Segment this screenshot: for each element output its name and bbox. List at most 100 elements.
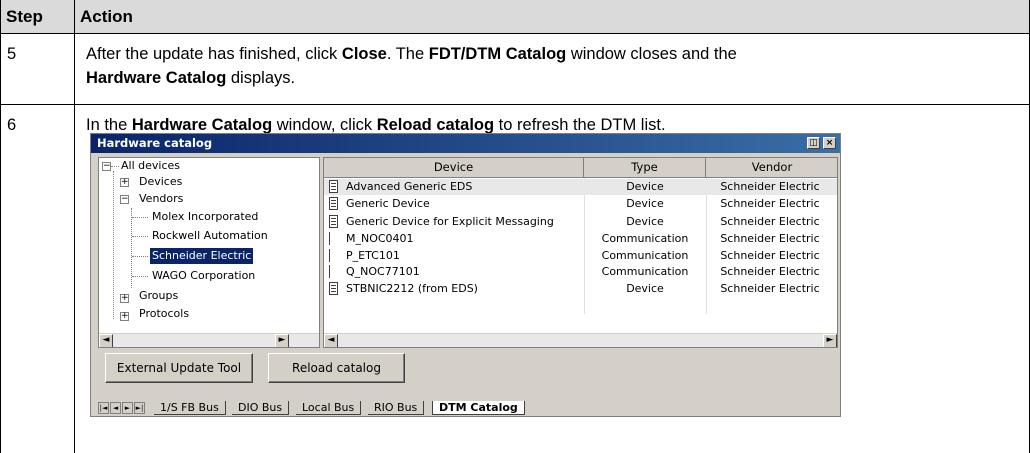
dtm-list: Device Type Vendor Advanced Generic EDS … [323, 157, 838, 348]
device-vendor: Schneider Electric [720, 282, 820, 295]
device-icon [329, 197, 338, 210]
action-line: Hardware Catalog displays. [86, 69, 296, 87]
divider [0, 0, 1, 453]
communication-icon [329, 265, 335, 278]
tree-item-schneider-electric[interactable]: Schneider Electric [150, 248, 254, 264]
scroll-left-icon[interactable]: ◄ [99, 334, 113, 347]
device-vendor: Schneider Electric [720, 232, 820, 245]
reload-catalog-term: Reload catalog [376, 116, 495, 134]
device-icon [329, 282, 338, 295]
table-row[interactable]: Generic Device Device Schneider Electric [324, 196, 837, 212]
tree-horizontal-scrollbar[interactable]: ◄ ► [99, 333, 319, 347]
device-name: Generic Device for Explicit Messaging [346, 215, 554, 228]
tree-item-groups[interactable]: Groups [139, 288, 178, 304]
device-name: Advanced Generic EDS [346, 180, 473, 193]
table-row[interactable]: P_ETC101 Communication Schneider Electri… [324, 248, 837, 264]
scroll-left-icon[interactable]: ◄ [324, 334, 338, 347]
scroll-right-icon[interactable]: ► [275, 334, 289, 347]
expand-icon[interactable]: + [120, 312, 129, 321]
scroll-right-icon[interactable]: ► [823, 334, 837, 347]
step-action-text: After the update has finished, click Clo… [74, 34, 1030, 104]
close-icon[interactable]: × [823, 137, 836, 149]
tab-local-bus[interactable]: Local Bus [296, 401, 362, 415]
tree-item-devices[interactable]: Devices [139, 174, 182, 190]
tree-item-molex[interactable]: Molex Incorporated [152, 209, 258, 225]
table-header-row: Step Action [0, 0, 1030, 33]
divider [74, 0, 75, 453]
tree-item-wago[interactable]: WAGO Corporation [152, 268, 255, 284]
last-tab-icon[interactable]: ►| [134, 402, 145, 414]
reload-catalog-button[interactable]: Reload catalog [268, 353, 405, 383]
device-type: Device [626, 180, 664, 193]
device-vendor: Schneider Electric [720, 197, 820, 210]
window-title-bar: Hardware catalog ◫ × [91, 134, 840, 153]
device-type: Device [626, 197, 664, 210]
device-type: Device [626, 282, 664, 295]
tree-line [132, 236, 148, 237]
column-header-device[interactable]: Device [324, 158, 584, 178]
collapse-icon[interactable]: − [120, 195, 129, 204]
device-vendor: Schneider Electric [720, 180, 820, 193]
hardware-catalog-window: Hardware catalog ◫ × − All devices + Dev… [90, 133, 841, 417]
device-name: Q_NOC77101 [346, 265, 420, 278]
device-vendor: Schneider Electric [720, 215, 820, 228]
device-type: Communication [601, 232, 689, 245]
device-icon [329, 180, 338, 193]
table-row[interactable]: Generic Device for Explicit Messaging De… [324, 214, 837, 230]
expand-icon[interactable]: + [120, 294, 129, 303]
device-type: Communication [601, 249, 689, 262]
column-header-vendor[interactable]: Vendor [706, 158, 837, 178]
step-column-header: Step [6, 7, 43, 26]
collapse-icon[interactable]: − [102, 162, 111, 171]
action-column-header: Action [80, 7, 133, 26]
device-type: Device [626, 215, 664, 228]
table-row[interactable]: M_NOC0401 Communication Schneider Electr… [324, 231, 837, 247]
tree-line [132, 217, 148, 218]
table-row[interactable]: Q_NOC77101 Communication Schneider Elect… [324, 264, 837, 280]
fdt-dtm-catalog-term: FDT/DTM Catalog [428, 45, 567, 63]
list-horizontal-scrollbar[interactable]: ◄ ► [324, 333, 837, 347]
tree-item-protocols[interactable]: Protocols [139, 306, 189, 322]
device-name: Generic Device [346, 197, 430, 210]
external-update-tool-button[interactable]: External Update Tool [105, 353, 253, 383]
step-number: 5 [7, 45, 17, 63]
hardware-catalog-term: Hardware Catalog [131, 116, 273, 134]
close-term: Close [341, 45, 387, 63]
bus-tab-strip: |◄ ◄ ► ►| 1/S FB Bus DIO Bus Local Bus R… [98, 401, 838, 415]
divider [0, 33, 1030, 34]
table-row-step-5: 5 After the update has finished, click C… [0, 34, 1030, 104]
first-tab-icon[interactable]: |◄ [98, 402, 109, 414]
table-row[interactable]: STBNIC2212 (from EDS) Device Schneider E… [324, 281, 837, 297]
device-name: P_ETC101 [346, 249, 400, 262]
step-number: 6 [7, 116, 17, 134]
tab-dio-bus[interactable]: DIO Bus [232, 401, 290, 415]
tree-item-vendors[interactable]: Vendors [139, 191, 183, 207]
divider [0, 104, 1030, 105]
action-line: After the update has finished, click Clo… [86, 45, 737, 63]
device-name: STBNIC2212 (from EDS) [346, 282, 478, 295]
tree-line [111, 166, 119, 167]
tree-item-rockwell[interactable]: Rockwell Automation [152, 228, 268, 244]
tab-rio-bus[interactable]: RIO Bus [368, 401, 425, 415]
device-vendor: Schneider Electric [720, 265, 820, 278]
hardware-catalog-term: Hardware Catalog [86, 69, 227, 87]
column-header-type[interactable]: Type [584, 158, 706, 178]
tree-line [132, 276, 148, 277]
tab-1s-fb-bus[interactable]: 1/S FB Bus [154, 401, 226, 415]
device-icon [329, 215, 338, 228]
device-vendor: Schneider Electric [720, 249, 820, 262]
next-tab-icon[interactable]: ► [122, 402, 133, 414]
communication-icon [329, 232, 335, 245]
dock-icon[interactable]: ◫ [807, 137, 820, 149]
expand-icon[interactable]: + [120, 178, 129, 187]
catalog-tree: − All devices + Devices − Vendors Molex … [98, 157, 320, 348]
tab-dtm-catalog[interactable]: DTM Catalog [432, 401, 525, 415]
previous-tab-icon[interactable]: ◄ [110, 402, 121, 414]
device-type: Communication [601, 265, 689, 278]
window-title: Hardware catalog [97, 136, 213, 150]
tree-item-all-devices[interactable]: All devices [121, 158, 180, 174]
device-name: M_NOC0401 [346, 232, 414, 245]
tree-line [132, 256, 148, 257]
table-row[interactable]: Advanced Generic EDS Device Schneider El… [324, 179, 837, 195]
tree-line [113, 171, 114, 319]
